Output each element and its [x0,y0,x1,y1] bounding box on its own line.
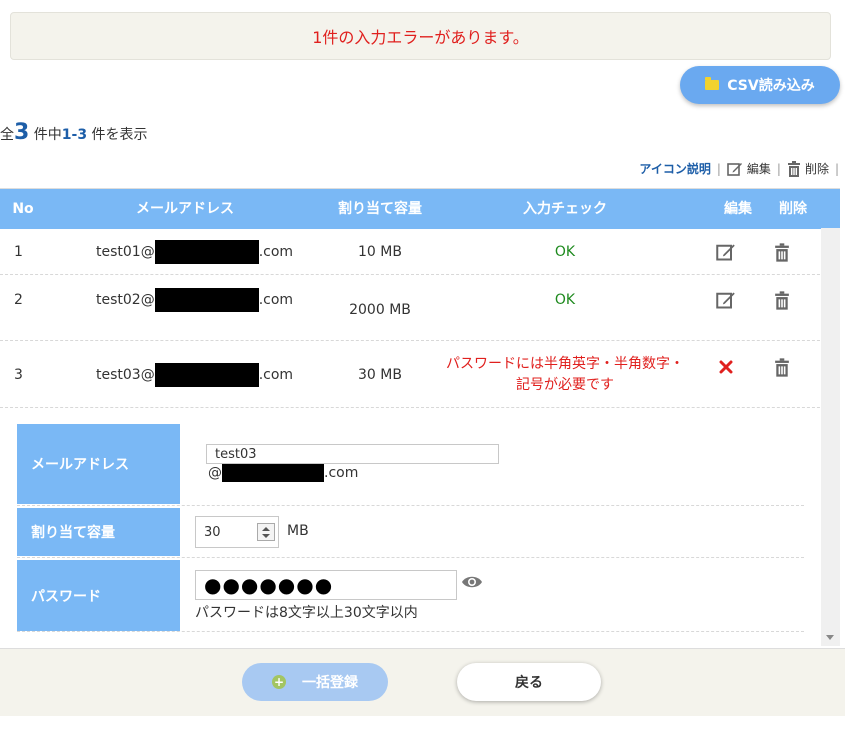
table-scrollbar[interactable] [821,228,840,646]
edit-icon [716,244,735,261]
capacity-stepper[interactable] [257,523,275,541]
scroll-down-icon[interactable] [826,635,834,640]
header-edit: 編集 [724,201,752,217]
plus-icon: + [272,675,286,689]
mail-account-table: No メールアドレス 割り当て容量 入力チェック 編集 削除 1 test01@… [0,188,840,646]
count-total: 3 [14,120,30,145]
mail-user: test02@ [96,292,155,308]
password-mask: ●●●●●●● [204,573,334,597]
detail-capacity-label: 割り当て容量 [17,508,180,556]
mail-user: test01@ [96,244,155,260]
detail-mail-label: メールアドレス [17,424,180,504]
table-row: 2 test02@ .com 2000 MB OK [0,275,840,341]
capacity-unit: MB [287,523,309,539]
csv-import-button[interactable]: CSV読み込み [680,66,840,104]
edit-icon [727,162,742,176]
row-edit-button[interactable] [706,229,746,275]
error-message: 1件の入力エラーがあります。 [312,28,529,47]
count-suffix: 件を表示 [91,127,148,143]
eye-icon[interactable] [461,575,483,589]
close-icon [719,360,733,374]
row-cancel-edit-button[interactable] [706,341,746,393]
header-check: 入力チェック [523,201,607,217]
legend-separator: | [776,161,781,176]
bulk-register-button[interactable]: + 一括登録 [242,663,388,701]
mail-user: test03@ [96,366,155,383]
trash-icon [775,242,789,262]
legend-separator: | [834,161,839,176]
row-check-error: パスワードには半角英字・半角数字・記号が必要です [446,355,684,393]
mail-at: @ [208,465,222,481]
redacted-domain [154,288,259,312]
row-check-ok: OK [554,292,576,308]
row-mail: test01@ .com [96,229,316,275]
header-mail: メールアドレス [136,201,234,217]
row-mail: test03@ .com [96,341,316,408]
error-banner: 1件の入力エラーがあります。 [10,12,831,60]
detail-password-label: パスワード [17,560,180,631]
row-edit-button[interactable] [706,275,746,325]
detail-password-row: パスワード ●●●●●●● パスワードは8文字以上30文字以内 [17,560,804,632]
redacted-domain [154,240,259,264]
icon-help-link[interactable]: アイコン説明 [639,160,710,177]
header-delete: 削除 [779,201,807,217]
row-delete-button[interactable] [762,229,802,275]
table-header: No メールアドレス 割り当て容量 入力チェック 編集 削除 [0,189,840,229]
table-row: 1 test01@ .com 10 MB OK [0,229,840,275]
back-button[interactable]: 戻る [457,663,601,701]
trash-icon [775,290,789,310]
mail-domain: .com [258,366,294,383]
detail-capacity-row: 割り当て容量 30 MB [17,508,804,558]
count-range: 1-3 [61,127,88,143]
row-no: 1 [14,244,23,260]
redacted-domain [154,362,259,387]
row-mail: test02@ .com [96,275,316,325]
icon-legend: アイコン説明 | 編集 | 削除 | [639,160,841,177]
mail-domain: .com [258,292,294,308]
result-count: 全3 件中1-3 件を表示 [0,120,148,145]
row-capacity: 10 MB [358,244,402,260]
table-row: 3 test03@ .com 30 MB パスワードには半角英字・半角数字・記号が… [0,341,840,408]
row-delete-button[interactable] [762,341,802,393]
password-hint: パスワードは8文字以上30文字以内 [195,605,418,621]
row-delete-button[interactable] [762,275,802,325]
mail-user-input[interactable]: test03 [206,444,499,464]
count-mid: 件中 [33,127,62,143]
mail-domain: .com [324,465,359,481]
row-capacity: 30 MB [358,366,402,383]
legend-separator: | [716,161,721,176]
password-input[interactable]: ●●●●●●● [195,570,457,600]
back-label: 戻る [515,675,543,691]
mail-domain-text: @ .com [208,464,358,482]
header-no: No [12,201,34,217]
trash-icon [775,357,789,377]
row-check-ok: OK [554,244,576,260]
edit-icon [716,292,735,309]
row-no: 2 [14,292,23,308]
header-capacity: 割り当て容量 [338,201,422,217]
mail-domain: .com [258,244,294,260]
count-prefix: 全 [0,127,14,143]
legend-edit: 編集 [746,162,771,176]
bulk-register-label: 一括登録 [302,675,358,691]
legend-delete: 削除 [804,162,829,176]
row-capacity: 2000 MB [349,302,411,318]
row-no: 3 [14,366,23,383]
footer-bar: + 一括登録 戻る [0,648,845,716]
trash-icon [787,160,800,177]
detail-mail-row: メールアドレス test03 @ .com [17,424,804,506]
redacted-domain [222,464,324,482]
csv-import-label: CSV読み込み [727,78,815,94]
folder-icon [705,77,720,90]
